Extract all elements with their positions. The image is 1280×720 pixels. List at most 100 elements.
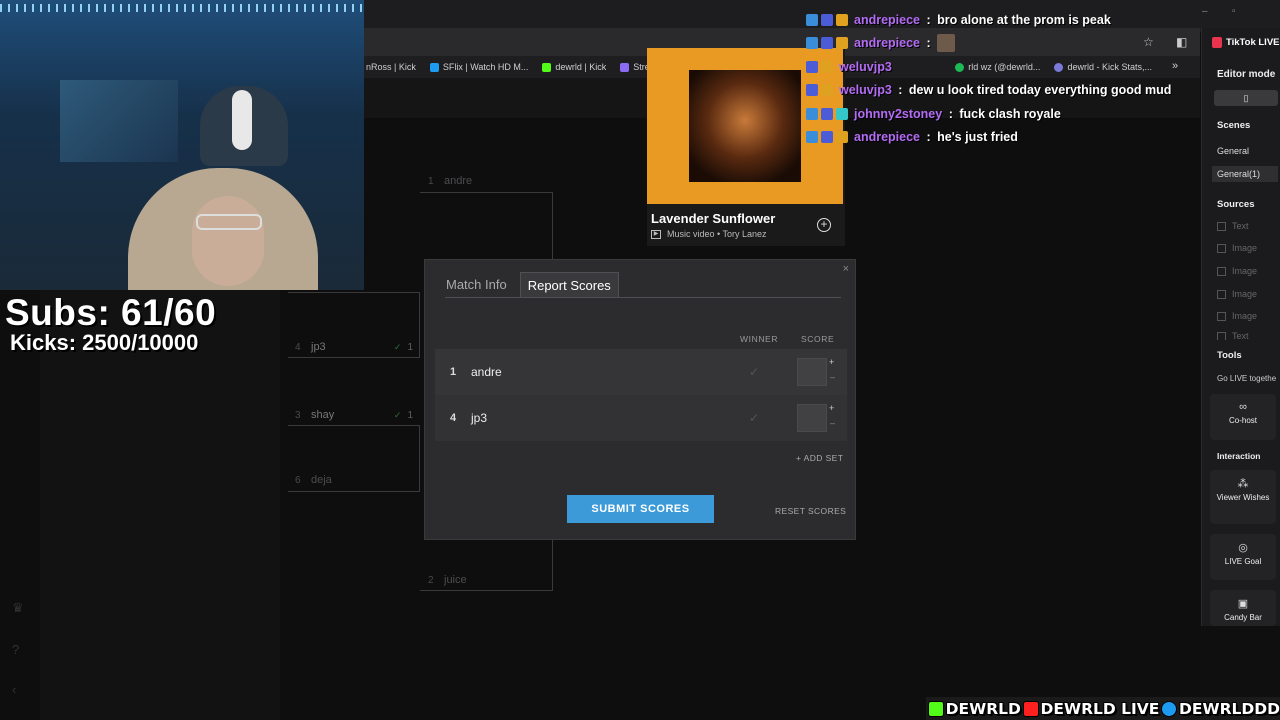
bracket-slot[interactable]: 2 juice xyxy=(428,569,552,591)
album-art xyxy=(689,70,801,182)
decrement-icon[interactable]: – xyxy=(830,372,835,382)
kick-icon xyxy=(542,62,552,72)
help-icon[interactable]: ? xyxy=(12,642,19,657)
winner-check-icon[interactable]: ✓ xyxy=(749,365,769,379)
chevron-right-icon[interactable]: » xyxy=(1172,60,1178,72)
sub-badge-icon xyxy=(821,37,833,49)
bracket-line xyxy=(552,540,553,590)
score-input[interactable] xyxy=(797,404,827,432)
bookmark-item[interactable]: dewrld | Kick xyxy=(542,62,606,72)
editor-mode-label[interactable]: Editor mode xyxy=(1217,69,1275,80)
chat-username: andrepiece xyxy=(854,130,921,144)
score-column-header: SCORE xyxy=(801,334,835,344)
sources-header: Sources xyxy=(1217,199,1255,210)
tab-match-info[interactable]: Match Info xyxy=(445,272,508,298)
source-item[interactable]: Image xyxy=(1217,311,1257,321)
kick-badge-icon xyxy=(806,131,818,143)
winner-check-icon[interactable]: ✓ xyxy=(749,411,769,425)
play-icon: ▶ xyxy=(651,230,661,239)
crown-badge-icon xyxy=(836,37,848,49)
decrement-icon[interactable]: – xyxy=(830,418,835,428)
star-icon[interactable]: ☆ xyxy=(1143,35,1154,49)
social-banner: DEWRLD DEWRLD LIVE DEWRLDDD xyxy=(928,698,1280,720)
reset-scores-link[interactable]: RESET SCORES xyxy=(775,506,846,516)
youtube-handle: DEWRLD LIVE xyxy=(1040,700,1160,718)
kicks-goal-text: Kicks: 2500/10000 xyxy=(10,330,199,355)
kickstats-icon xyxy=(1054,62,1064,72)
chat-text: he's just fried xyxy=(937,130,1018,144)
candy-bar-button[interactable]: ▣ Candy Bar xyxy=(1210,590,1276,626)
scenes-header: Scenes xyxy=(1217,120,1251,131)
source-item[interactable]: Image xyxy=(1217,266,1257,276)
add-set-link[interactable]: + ADD SET xyxy=(796,453,843,463)
sub-badge-icon xyxy=(821,14,833,26)
goose-plush-neck xyxy=(232,90,252,150)
kick-handle: DEWRLD xyxy=(945,700,1021,718)
tiktok-title: TikTok LIVE xyxy=(1226,37,1280,48)
source-item[interactable]: Image xyxy=(1217,243,1257,253)
phone-layout-icon[interactable]: ▯ xyxy=(1214,90,1278,106)
tiktok-live-panel: TikTok LIVE Editor mode ▯ Scenes General… xyxy=(1201,28,1280,626)
live-goal-button[interactable]: ◎ LIVE Goal xyxy=(1210,534,1276,580)
source-item[interactable]: Image xyxy=(1217,289,1257,299)
score-stepper[interactable]: + – xyxy=(797,403,839,432)
music-video-card[interactable]: Lavender Sunflower ▶ Music video • Tory … xyxy=(647,48,845,246)
bracket-slot[interactable]: 3 shay ✓ 1 xyxy=(295,404,419,426)
chat-text: bro alone at the prom is peak xyxy=(937,13,1111,27)
wall-poster xyxy=(60,80,178,162)
tab-divider xyxy=(445,297,841,298)
bookmark-item[interactable]: SFlix | Watch HD M... xyxy=(429,62,528,72)
submit-scores-button[interactable]: SUBMIT SCORES xyxy=(567,495,714,523)
row-seed: 1 xyxy=(449,366,457,378)
bookmark-item[interactable]: dewrld - Kick Stats,... xyxy=(1054,62,1152,72)
scene-item-selected[interactable]: General(1) xyxy=(1212,166,1278,182)
viewer-wishes-button[interactable]: ⁂ Viewer Wishes xyxy=(1210,470,1276,524)
chat-message: weluvjp3 : dew u look tired today everyt… xyxy=(806,80,1171,100)
bracket-slot[interactable]: 4 jp3 ✓ 1 xyxy=(295,336,419,358)
bracket-slot[interactable]: 1 andre xyxy=(428,170,552,192)
increment-icon[interactable]: + xyxy=(829,357,834,367)
streamer-face xyxy=(192,196,264,286)
music-subtitle: Music video • Tory Lanez xyxy=(667,229,767,239)
tiktok-header: TikTok LIVE xyxy=(1212,37,1280,48)
bracket-line xyxy=(288,491,420,492)
crown-badge-icon xyxy=(836,14,848,26)
bracket-slot[interactable]: 6 deja xyxy=(295,469,419,491)
crown-icon[interactable]: ♛ xyxy=(12,600,24,616)
score-input[interactable] xyxy=(797,358,827,386)
chat-text: dew u look tired today everything good m… xyxy=(908,83,1172,97)
add-icon[interactable]: + xyxy=(817,218,831,232)
twitter-logo-icon xyxy=(1161,701,1178,717)
crown-badge-icon xyxy=(836,131,848,143)
source-item[interactable]: Text xyxy=(1217,221,1249,231)
led-strip xyxy=(0,4,364,12)
emote-icon xyxy=(937,34,956,52)
score-stepper[interactable]: + – xyxy=(797,357,839,386)
cohost-button[interactable]: ∞ Co-host xyxy=(1210,394,1276,440)
image-source-icon xyxy=(1217,311,1226,321)
webcam-feed xyxy=(0,0,364,290)
image-source-icon xyxy=(1217,289,1226,299)
row-player-name: andre xyxy=(471,365,502,379)
bracket-line xyxy=(420,192,553,193)
close-icon[interactable]: × xyxy=(843,263,849,275)
bookmark-item[interactable]: nRoss | Kick xyxy=(366,62,416,72)
extensions-icon[interactable]: ◧ xyxy=(1176,35,1187,49)
sub-badge-icon xyxy=(806,84,818,96)
back-icon[interactable]: ‹ xyxy=(12,682,16,697)
score-row: 1 andre ✓ + – xyxy=(435,349,847,395)
scene-item[interactable]: General xyxy=(1217,146,1249,156)
chat-username: weluvjp3 xyxy=(839,83,892,97)
chat-message: andrepiece : he's just fried xyxy=(806,127,1018,147)
source-item[interactable]: Text xyxy=(1217,332,1249,340)
tab-report-scores[interactable]: Report Scores xyxy=(519,272,619,298)
kick-badge-icon xyxy=(806,37,818,49)
chat-message: weluvjp3 xyxy=(806,57,892,77)
bookmark-item[interactable]: rld wz (@dewrld... xyxy=(955,62,1040,72)
minimize-icon[interactable]: – xyxy=(1202,6,1208,17)
maximize-icon[interactable]: ▫ xyxy=(1232,6,1236,17)
twitter-handle: DEWRLDDD xyxy=(1179,700,1280,718)
report-scores-modal: × Match Info Report Scores WINNER SCORE … xyxy=(424,259,856,540)
link-icon: ∞ xyxy=(1239,401,1247,413)
increment-icon[interactable]: + xyxy=(829,403,834,413)
